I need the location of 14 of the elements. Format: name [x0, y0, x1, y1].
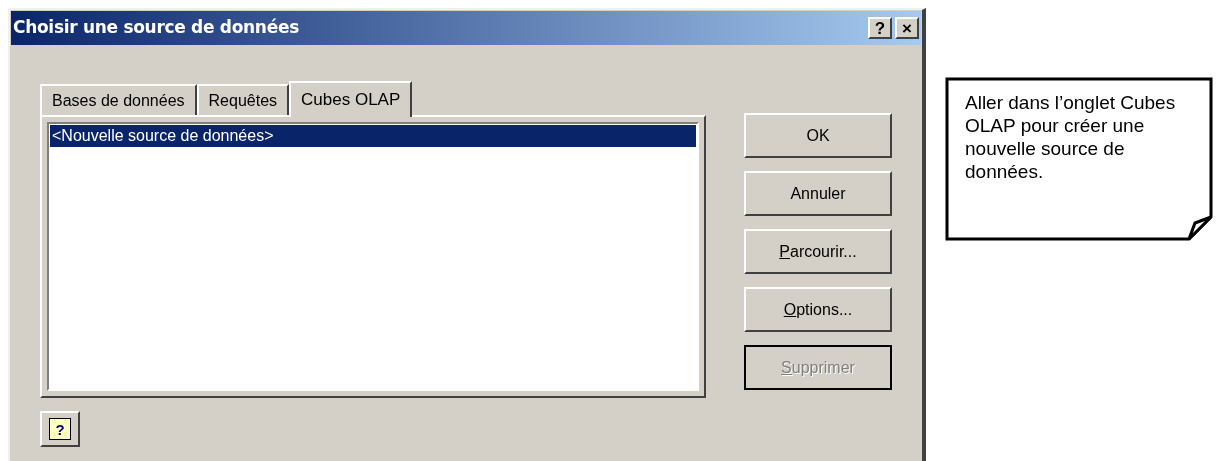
data-source-list[interactable]: <Nouvelle source de données>	[47, 122, 699, 391]
dialog-button[interactable]: Annuler	[744, 171, 892, 216]
dialog-button[interactable]: Options...	[744, 287, 892, 332]
window-title: Choisir une source de données	[13, 16, 299, 40]
help-button[interactable]: ?	[40, 411, 80, 447]
tab[interactable]: Cubes OLAP	[289, 81, 413, 117]
dialog-button[interactable]: Parcourir...	[744, 229, 892, 274]
dialog-button[interactable]: OK	[744, 113, 892, 158]
close-button[interactable]: ×	[895, 17, 919, 39]
list-item[interactable]: <Nouvelle source de données>	[50, 125, 696, 147]
help-button[interactable]: ?	[868, 17, 892, 39]
tab[interactable]: Bases de données	[40, 84, 197, 115]
tab[interactable]: Requêtes	[196, 84, 290, 115]
callout-note: Aller dans l’onglet Cubes OLAP pour créer une nouvelle source de données.	[945, 77, 1213, 241]
